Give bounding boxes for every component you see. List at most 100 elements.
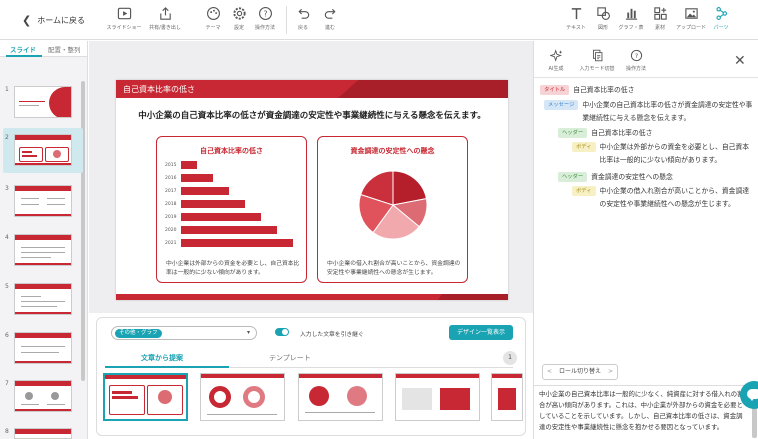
bar[interactable] bbox=[181, 200, 245, 208]
design-list-button[interactable]: デザイン一覧表示 bbox=[449, 325, 513, 340]
thumbnail-footer bbox=[15, 263, 71, 265]
slide-thumbnail-5[interactable] bbox=[14, 283, 72, 315]
structure-row-message[interactable]: メッセージ 中小企業の自己資本比率の低さが資金調達の安定性や事業継続性に与える懸… bbox=[544, 99, 756, 125]
bar-row: 2020 bbox=[165, 226, 277, 234]
bar[interactable] bbox=[181, 213, 261, 221]
slide-list-scrollbar[interactable] bbox=[81, 81, 85, 381]
bar[interactable] bbox=[181, 226, 277, 234]
thumbnail-line bbox=[19, 101, 45, 102]
bar-row: 2019 bbox=[165, 213, 261, 221]
slide-number: 3 bbox=[5, 185, 9, 192]
slide-thumbnail-7[interactable] bbox=[14, 380, 72, 412]
chevron-left-icon: ❮ bbox=[22, 13, 32, 27]
thumbnail-line bbox=[47, 204, 65, 205]
slide-thumbnail-1[interactable] bbox=[14, 86, 72, 118]
carry-over-text-toggle[interactable] bbox=[275, 328, 289, 336]
template-header bbox=[396, 374, 479, 378]
structure-row-body[interactable]: ボディ 中小企業は外部からの資金を必要とし、自己資本比率は一般的に少ない傾向があ… bbox=[572, 141, 752, 167]
shape-tool-label: 図形 bbox=[597, 25, 608, 31]
row-text[interactable]: 自己資本比率の低さ bbox=[591, 127, 652, 140]
pie-chart[interactable] bbox=[318, 155, 469, 255]
share-export-button[interactable]: 共有/書き出し bbox=[143, 6, 187, 31]
bar-row: 2016 bbox=[165, 174, 213, 182]
thumbnail-line bbox=[21, 296, 41, 297]
tab-templates[interactable]: テンプレート bbox=[269, 353, 311, 363]
thumbnail-footer bbox=[15, 361, 71, 363]
panel-help-button[interactable]: ? 操作方法 bbox=[614, 49, 658, 72]
design-template-4[interactable] bbox=[395, 373, 480, 421]
left-card-heading[interactable]: 自己資本比率の低さ bbox=[157, 146, 306, 156]
redo-button[interactable]: 進む bbox=[308, 6, 352, 31]
bar[interactable] bbox=[181, 187, 229, 195]
template-line bbox=[305, 412, 375, 413]
input-mode-switch-button[interactable]: 入力モード切替 bbox=[575, 49, 619, 72]
row-text[interactable]: 自己資本比率の低さ bbox=[573, 84, 634, 97]
structure-row-header[interactable]: ヘッダー 資金調達の安定性への懸念 bbox=[558, 171, 750, 184]
chevron-left-icon[interactable]: < bbox=[547, 365, 552, 379]
structure-row-body[interactable]: ボディ 中小企業の借入れ割合が高いことから、資金調達の安定性や事業継続性への懸念… bbox=[572, 185, 752, 211]
slide-message[interactable]: 中小企業の自己資本比率の低さが資金調達の安定性や事業継続性に与える懸念を伝えます… bbox=[116, 111, 508, 122]
bar-year-label: 2020 bbox=[165, 227, 177, 233]
bar-row: 2017 bbox=[165, 187, 229, 195]
role-switch-control[interactable]: < ロール切り替え > bbox=[542, 364, 618, 380]
template-pie bbox=[309, 386, 329, 406]
row-text[interactable]: 中小企業の借入れ割合が高いことから、資金調達の安定性や事業継続性への懸念が生じま… bbox=[600, 185, 752, 211]
toggle-knob bbox=[282, 329, 288, 335]
template-image-block bbox=[402, 388, 432, 410]
close-icon[interactable]: ✕ bbox=[734, 53, 746, 69]
left-card-body[interactable]: 中小企業は外部からの資金を必要とし、自己資本比率は一般的に少ない傾向があります。 bbox=[166, 260, 301, 278]
tab-slides[interactable]: スライド bbox=[10, 44, 36, 54]
slide-footer-stripe bbox=[438, 294, 508, 300]
design-template-3[interactable] bbox=[298, 373, 383, 421]
slide-number: 2 bbox=[5, 134, 9, 141]
slide-canvas[interactable]: 自己資本比率の低さ 中小企業の自己資本比率の低さが資金調達の安定性や事業継続性に… bbox=[116, 80, 508, 300]
slide-thumbnail-6[interactable] bbox=[14, 332, 72, 364]
design-template-5[interactable] bbox=[491, 373, 523, 421]
category-chip[interactable]: その他・グラフ bbox=[115, 329, 162, 338]
template-header bbox=[201, 374, 284, 378]
bar[interactable] bbox=[181, 239, 293, 247]
right-content-card[interactable]: 資金調達の安定性への懸念 中小企業の借入れ割合が高いことから、資金調達の安定性や… bbox=[317, 136, 468, 283]
share-icon bbox=[159, 7, 171, 20]
design-template-1[interactable] bbox=[103, 373, 188, 421]
ai-generate-label: AI生成 bbox=[548, 66, 564, 72]
design-template-2[interactable] bbox=[200, 373, 285, 421]
bar[interactable] bbox=[181, 174, 213, 182]
template-donut bbox=[243, 386, 265, 408]
back-to-home-button[interactable]: ❮ ホームに戻る bbox=[22, 8, 85, 32]
thumbnail-line bbox=[21, 306, 57, 307]
parts-button[interactable]: パーツ bbox=[699, 6, 743, 31]
category-select[interactable]: その他・グラフ ▾ bbox=[111, 326, 257, 340]
role-tag-header: ヘッダー bbox=[558, 172, 588, 182]
left-content-card[interactable]: 自己資本比率の低さ 2015 2016 2017 2018 2019 2020 2021 中… bbox=[156, 136, 307, 283]
ai-generate-button[interactable]: AI生成 bbox=[534, 49, 578, 72]
role-tag-body: ボディ bbox=[572, 142, 596, 152]
structure-row-header[interactable]: ヘッダー 自己資本比率の低さ bbox=[558, 127, 750, 140]
bar[interactable] bbox=[181, 161, 197, 169]
structure-row-title[interactable]: タイトル 自己資本比率の低さ bbox=[540, 84, 752, 97]
slide-number: 4 bbox=[5, 234, 9, 241]
slide-title[interactable]: 自己資本比率の低さ bbox=[123, 84, 195, 95]
row-text[interactable]: 中小企業は外部からの資金を必要とし、自己資本比率は一般的に少ない傾向があります。 bbox=[600, 141, 752, 167]
share-export-label: 共有/書き出し bbox=[149, 25, 181, 31]
row-text[interactable]: 中小企業の自己資本比率の低さが資金調達の安定性や事業継続性に与える懸念を伝えます… bbox=[582, 99, 756, 125]
bar-row: 2021 bbox=[165, 239, 293, 247]
thumbnail-header bbox=[15, 429, 71, 434]
slide-thumbnail-3[interactable] bbox=[14, 185, 72, 217]
template-bar bbox=[112, 396, 138, 399]
thumbnail-header bbox=[15, 284, 71, 289]
thumbnail-bar bbox=[22, 155, 37, 157]
bar-row: 2018 bbox=[165, 200, 245, 208]
thumbnail-footer bbox=[15, 163, 71, 165]
source-text-area[interactable]: 中小企業の自己資本比率は一般的に少なく、純資産に対する借入れの割合が高い傾向があ… bbox=[539, 389, 744, 433]
slideshow-button[interactable]: スライドショー bbox=[102, 6, 146, 31]
tab-arrange[interactable]: 配置・整列 bbox=[48, 44, 81, 54]
tab-suggest-from-text[interactable]: 文章から提案 bbox=[141, 353, 183, 363]
right-card-body[interactable]: 中小企業の借入れ割合が高いことから、資金調達の安定性や事業継続性への懸念が生じま… bbox=[327, 260, 462, 278]
chevron-right-icon[interactable]: > bbox=[608, 365, 613, 379]
slide-thumbnail-2[interactable] bbox=[14, 134, 72, 166]
slide-thumbnail-4[interactable] bbox=[14, 234, 72, 266]
slide-thumbnail-8[interactable] bbox=[14, 428, 72, 439]
panel-divider bbox=[534, 77, 758, 78]
row-text[interactable]: 資金調達の安定性への懸念 bbox=[591, 171, 673, 184]
